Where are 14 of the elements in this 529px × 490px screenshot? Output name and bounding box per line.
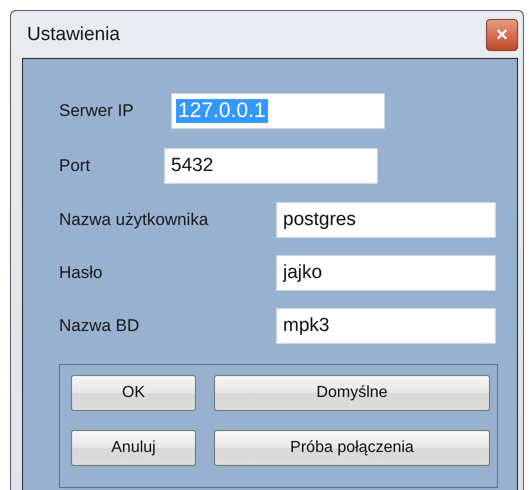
wide-button[interactable]: Domyślne: [214, 375, 490, 411]
field-label: Nazwa użytkownika: [59, 210, 210, 230]
selected-text: 127.0.0.1: [176, 98, 268, 122]
field-label: Nazwa BD: [59, 316, 140, 336]
dialog-button[interactable]: Anuluj: [71, 430, 196, 466]
wide-button[interactable]: Próba połączenia: [214, 430, 490, 466]
field-label: Serwer IP: [59, 100, 135, 120]
dialog-button[interactable]: OK: [71, 375, 196, 411]
input-field[interactable]: postgres: [276, 202, 496, 238]
field-label: Port: [59, 156, 92, 176]
input-field[interactable]: mpk3: [276, 308, 496, 344]
field-label: Hasło: [59, 262, 104, 282]
input-field[interactable]: 5432: [164, 148, 378, 184]
window-title: Ustawienia: [27, 24, 120, 46]
